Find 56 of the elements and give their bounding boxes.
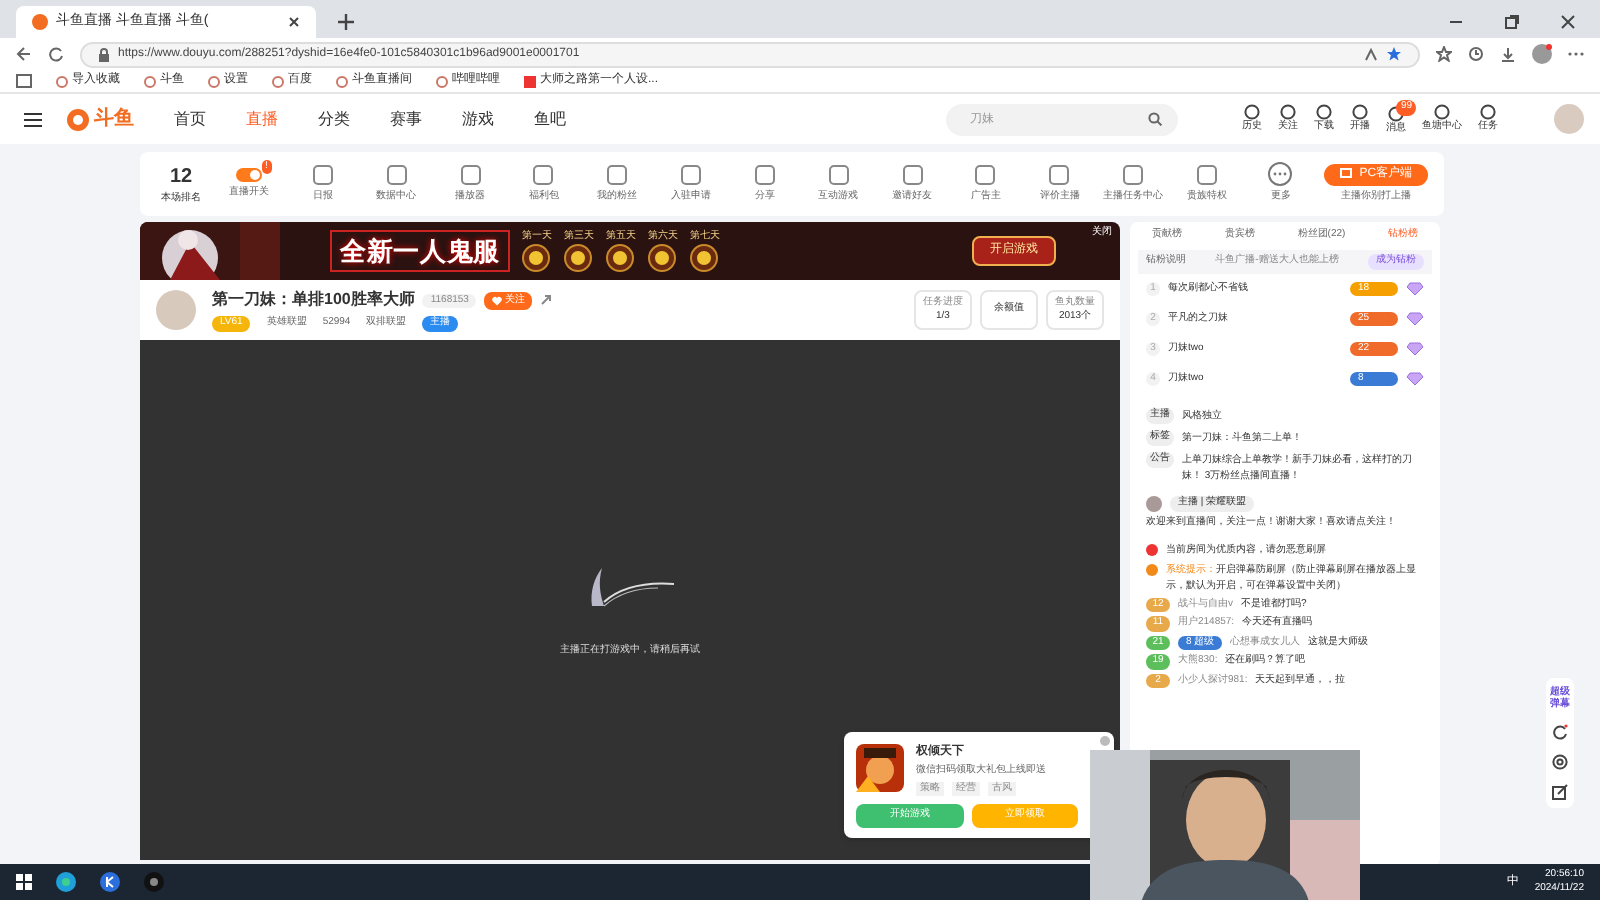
tool-glyph-icon [532, 163, 555, 186]
reward-item-icon [690, 244, 719, 273]
windows-start-icon [16, 874, 32, 890]
nav-link[interactable]: 鱼吧 [534, 107, 566, 131]
letter-app-icon [100, 872, 120, 892]
tool-glyph-icon [385, 163, 408, 186]
reward-item-icon [522, 244, 551, 273]
more-icon [1268, 162, 1293, 187]
streamer-avatar[interactable] [156, 290, 196, 330]
loading-streak-icon [586, 568, 674, 608]
tool-glyph-icon [974, 163, 997, 186]
reward-item-icon [606, 244, 635, 273]
close-icon [1100, 736, 1110, 746]
favorites-icon [1436, 46, 1452, 62]
refresh-icon [1552, 724, 1568, 740]
tool-glyph-icon [901, 163, 924, 186]
nav-link[interactable]: 游戏 [462, 107, 494, 131]
tool-glyph-icon [680, 163, 703, 186]
toggle-switch-icon [235, 167, 262, 182]
reward-item-icon [648, 244, 677, 273]
nav-link[interactable]: 赛事 [390, 107, 422, 131]
tool-glyph-icon [1122, 163, 1145, 186]
star-icon [1386, 46, 1402, 62]
tool-glyph-icon [1195, 163, 1218, 186]
host-avatar [1146, 496, 1162, 512]
tool-glyph-icon [827, 163, 850, 186]
tool-glyph-icon [1048, 163, 1071, 186]
profile-icon [1532, 44, 1552, 64]
banner-title: 全新一人鬼服 [330, 229, 510, 273]
close-icon [288, 16, 300, 28]
page-icon [524, 75, 536, 87]
sidebar-icon [16, 74, 32, 88]
tool-glyph-icon [606, 163, 629, 186]
tool-glyph-icon [753, 163, 776, 186]
tool-glyph-icon [311, 163, 334, 186]
reward-item-icon [564, 244, 593, 273]
tool-glyph-icon [459, 163, 482, 186]
browser-app-icon [56, 872, 76, 892]
room-title: 第一刀妹：单排100胜率大师 [212, 288, 415, 313]
back-icon [16, 46, 32, 62]
restore-icon [1504, 14, 1520, 30]
share-icon [540, 294, 553, 307]
menu-icon [24, 111, 42, 127]
lock-icon [98, 47, 110, 61]
site-logo-text: 斗鱼 [94, 105, 134, 134]
plus-icon [332, 8, 360, 36]
close-icon [1560, 14, 1576, 30]
nav-link[interactable]: 分类 [318, 107, 350, 131]
nav-link[interactable]: 首页 [174, 107, 206, 131]
user-avatar[interactable] [1554, 104, 1584, 134]
search-icon [1148, 111, 1162, 125]
rank-number: 12 [169, 163, 193, 191]
history-icon [1468, 46, 1484, 62]
edit-icon [1552, 784, 1568, 800]
reload-icon [48, 46, 64, 62]
monitor-icon [1339, 168, 1352, 181]
